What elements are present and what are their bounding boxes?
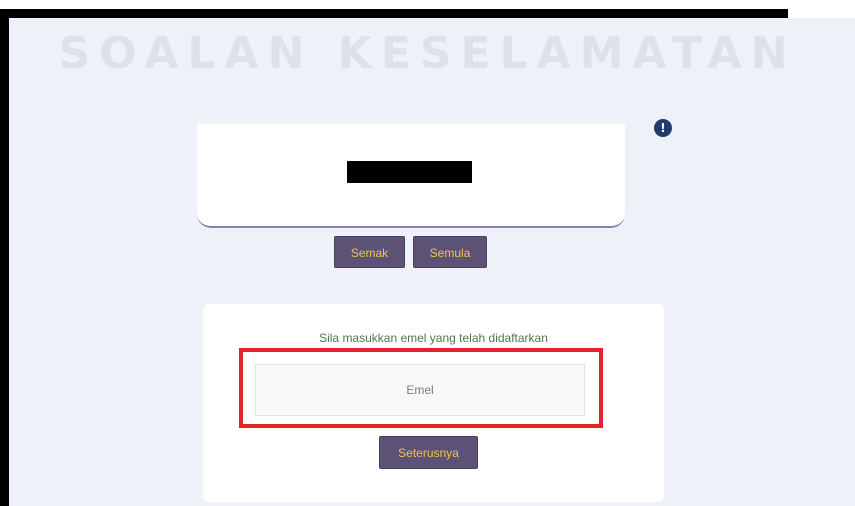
check-button[interactable]: Semak xyxy=(334,236,405,268)
page-title: SOALAN KESELAMATAN xyxy=(58,28,797,79)
next-button[interactable]: Seterusnya xyxy=(379,436,478,469)
captcha-panel xyxy=(197,124,625,228)
exclamation-circle-icon[interactable]: ! xyxy=(654,119,672,137)
frame-border-top xyxy=(0,9,788,18)
frame-border-left xyxy=(0,9,9,506)
reset-button[interactable]: Semula xyxy=(413,236,487,268)
captcha-image-redacted xyxy=(347,161,472,183)
email-instruction: Sila masukkan emel yang telah didaftarka… xyxy=(319,331,548,345)
screenshot-frame: SOALAN KESELAMATAN ! Semak Semula Sila m… xyxy=(0,0,855,506)
email-field[interactable] xyxy=(255,364,585,416)
